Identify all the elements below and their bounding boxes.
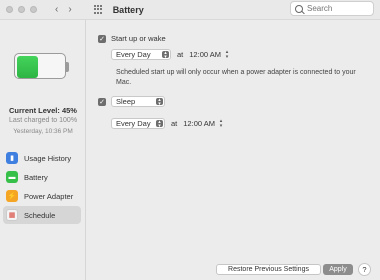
battery-level-fill [17,56,38,78]
sidebar-item-power-adapter[interactable]: ⚡ Power Adapter [3,187,81,205]
chevron-up-down-icon: ▴ ▾ [156,97,163,106]
sleep-action-select[interactable]: Sleep ▴ ▾ [111,96,165,107]
startup-day-value: Every Day [116,50,151,59]
startup-checkbox[interactable]: ✓ [98,34,106,43]
close-window-button[interactable] [6,6,13,13]
battery-tip [66,62,69,72]
sidebar-item-battery[interactable]: ▬ Battery [3,168,81,186]
navigation-buttons: ‹ › [55,4,72,15]
time-stepper-icon[interactable]: ▴ ▾ [218,118,224,129]
sidebar: Current Level: 45% Last charged to 100% … [0,20,86,280]
startup-schedule-row: Every Day ▴ ▾ at 12:00 AM ▴ ▾ [111,49,230,60]
last-charged-time: Yesterday, 10:36 PM [13,128,73,135]
battery-icon: ▬ [6,171,18,183]
preferences-window: ‹ › Battery Current Level: 45% Last char… [0,0,380,280]
search-input[interactable] [307,4,367,13]
sleep-day-select[interactable]: Every Day ▴ ▾ [111,118,165,129]
startup-time-value: 12:00 AM [189,50,221,59]
usage-history-icon: ▮ [6,152,18,164]
help-button[interactable]: ? [358,263,371,276]
sleep-row: ✓ Sleep ▴ ▾ [98,96,165,107]
search-field[interactable] [290,1,374,16]
sidebar-item-label: Usage History [24,153,72,163]
chevron-up-down-icon: ▴ ▾ [156,119,163,128]
title-bar: ‹ › Battery [0,0,380,20]
sidebar-item-usage-history[interactable]: ▮ Usage History [3,149,81,167]
sidebar-menu: ▮ Usage History ▬ Battery ⚡ Power Adapte… [3,149,81,225]
sidebar-item-label: Battery [24,172,48,182]
sidebar-item-label: Schedule [24,210,56,220]
restore-previous-settings-button[interactable]: Restore Previous Settings [216,264,321,275]
search-icon [295,4,303,13]
schedule-icon: ▦ [6,209,18,221]
sidebar-item-schedule[interactable]: ▦ Schedule [3,206,81,224]
at-label: at [171,119,178,128]
sleep-time-value: 12:00 AM [183,119,215,128]
zoom-window-button[interactable] [30,6,37,13]
last-charged-label: Last charged to 100% [8,117,78,124]
startup-row: ✓ Start up or wake [98,34,166,43]
startup-label: Start up or wake [111,34,166,43]
time-stepper-icon[interactable]: ▴ ▾ [224,49,230,60]
sleep-checkbox[interactable]: ✓ [98,97,106,106]
back-arrow-icon[interactable]: ‹ [55,4,58,15]
forward-arrow-icon[interactable]: › [68,4,71,15]
sleep-time-field[interactable]: 12:00 AM ▴ ▾ [183,118,224,129]
startup-note: Scheduled start up will only occur when … [116,69,356,86]
sleep-schedule-row: Every Day ▴ ▾ at 12:00 AM ▴ ▾ [111,118,224,129]
sleep-action-value: Sleep [116,97,136,106]
window-controls [6,6,37,13]
schedule-pane: ✓ Start up or wake Every Day ▴ ▾ at 12:00… [86,20,380,280]
battery-level-graphic [14,53,69,79]
show-all-grid-icon[interactable] [93,5,103,14]
minimize-window-button[interactable] [18,6,25,13]
window-title: Battery [112,4,144,15]
apply-button[interactable]: Apply [323,264,353,275]
at-label: at [177,50,184,59]
current-level-label: Current Level: 45% [9,106,77,115]
power-adapter-icon: ⚡ [6,190,18,202]
chevron-up-down-icon: ▴ ▾ [162,50,169,59]
startup-time-field[interactable]: 12:00 AM ▴ ▾ [189,49,230,60]
sidebar-item-label: Power Adapter [24,191,74,201]
sleep-day-value: Every Day [116,119,151,128]
startup-day-select[interactable]: Every Day ▴ ▾ [111,49,171,60]
